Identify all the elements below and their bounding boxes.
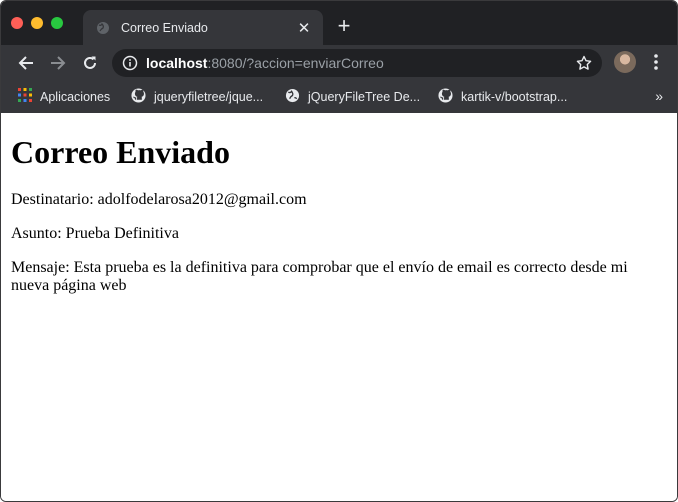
apps-grid-icon [18,88,32,105]
tab-title: Correo Enviado [121,20,208,35]
back-arrow-icon[interactable] [12,49,40,77]
page-content: Correo Enviado Destinatario: adolfodelar… [1,113,677,501]
page-title: Correo Enviado [11,134,230,170]
globe-icon [285,88,300,106]
message-line: Mensaje: Esta prueba es la definitiva pa… [11,259,628,294]
bookmark-aplicaciones[interactable]: Aplicaciones [18,88,110,105]
forward-arrow-icon[interactable] [44,49,72,77]
tab-active[interactable]: Correo Enviado ✕ [83,10,323,45]
info-icon[interactable] [122,55,138,71]
globe-icon [95,20,111,36]
bookmarks-bar: Aplicaciones jqueryfiletree/jque... jQue… [1,81,677,114]
address-bar[interactable]: localhost:8080/?accion=enviarCorreo [112,49,602,77]
close-window-button[interactable] [11,17,23,29]
bookmark-label: kartik-v/bootstrap... [461,90,568,104]
tab-close-icon[interactable]: ✕ [295,19,313,37]
bookmarks-overflow-button[interactable]: » [655,88,663,104]
bookmark-kartik-v-bootstrap[interactable]: kartik-v/bootstrap... [438,88,567,106]
url-text: localhost:8080/?accion=enviarCorreo [146,55,384,71]
github-icon [438,88,453,106]
url-host: localhost [146,55,208,71]
subject-line: Asunto: Prueba Definitiva [11,225,179,242]
window-controls [11,17,63,29]
bookmark-jqueryfiletree-demo[interactable]: jQueryFileTree De... [285,88,420,106]
new-tab-button[interactable]: + [334,15,354,37]
tab-strip: Correo Enviado ✕ + [1,1,677,45]
github-icon [131,88,146,106]
browser-toolbar: localhost:8080/?accion=enviarCorreo [1,45,677,81]
reload-icon[interactable] [76,49,104,77]
url-path: :8080/?accion=enviarCorreo [207,55,384,71]
maximize-window-button[interactable] [51,17,63,29]
bookmark-label: jQueryFileTree De... [308,90,421,104]
browser-window: Correo Enviado ✕ + localhost:8080/?accio… [0,0,678,502]
bookmark-label: jqueryfiletree/jque... [154,90,264,104]
more-menu-icon[interactable] [649,52,663,77]
profile-avatar[interactable] [614,51,636,73]
bookmark-label: Aplicaciones [40,89,111,104]
recipient-line: Destinatario: adolfodelarosa2012@gmail.c… [11,191,307,208]
bookmark-star-icon[interactable] [576,55,592,71]
minimize-window-button[interactable] [31,17,43,29]
bookmark-jqueryfiletree[interactable]: jqueryfiletree/jque... [131,88,263,106]
